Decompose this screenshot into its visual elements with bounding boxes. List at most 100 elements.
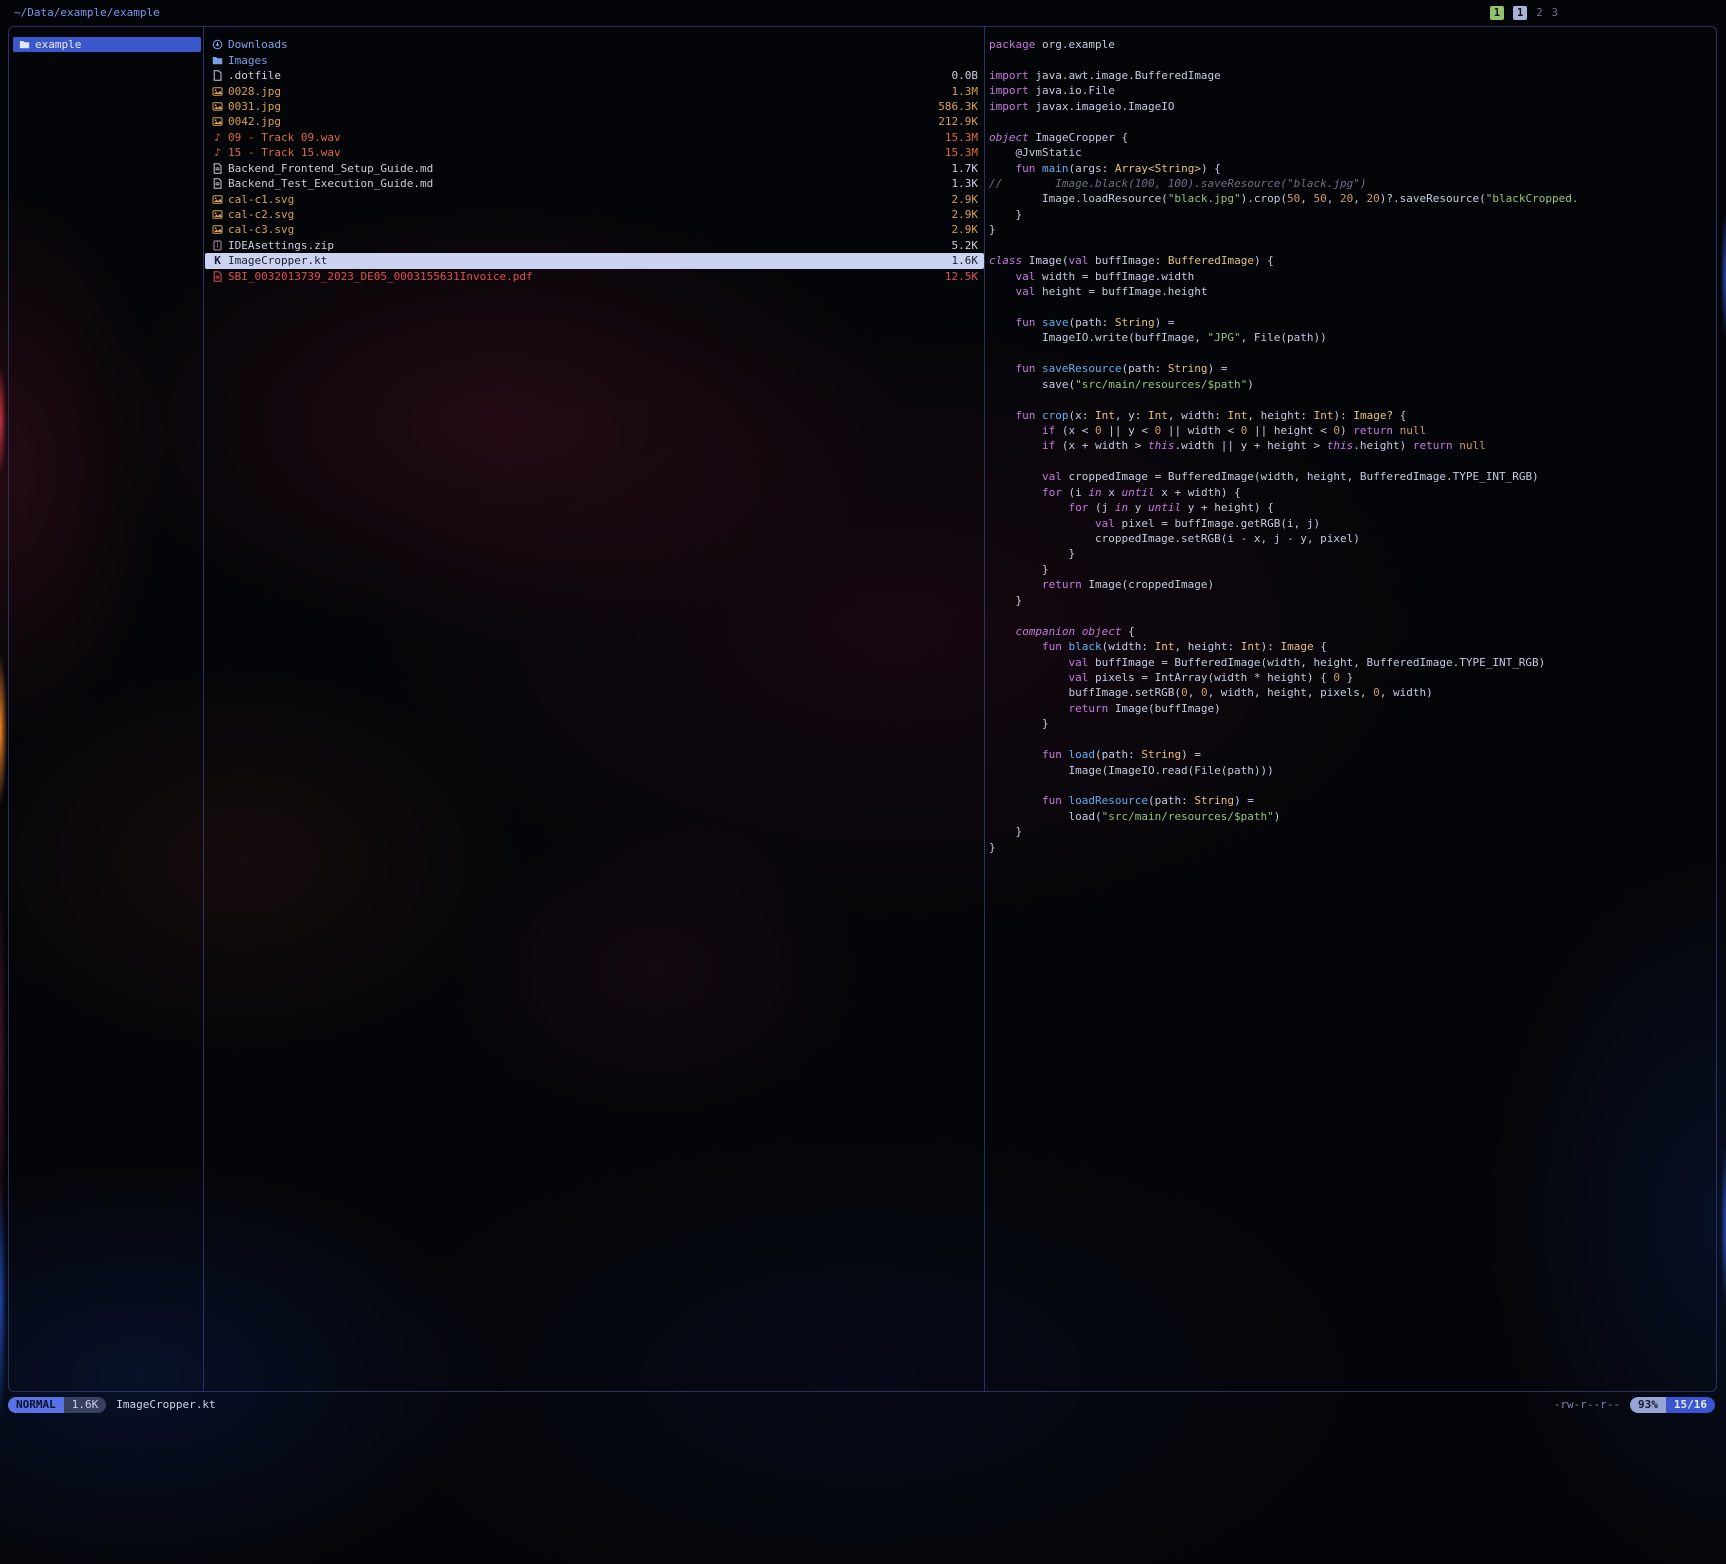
list-item[interactable]: 0042.jpg 212.9K xyxy=(205,114,984,129)
code-line xyxy=(989,732,1713,747)
cwd-path: ~/Data/example/example xyxy=(14,6,160,19)
code-line: fun black(width: Int, height: Int): Imag… xyxy=(989,639,1713,654)
code-line: val croppedImage = BufferedImage(width, … xyxy=(989,469,1713,484)
list-item[interactable]: .dotfile 0.0B xyxy=(205,68,984,83)
list-item[interactable]: Backend_Frontend_Setup_Guide.md 1.7K xyxy=(205,161,984,176)
scroll-percent-badge: 93% xyxy=(1630,1397,1666,1413)
list-item[interactable]: Downloads xyxy=(205,37,984,52)
code-line: val pixel = buffImage.getRGB(i, j) xyxy=(989,516,1713,531)
code-line: buffImage.setRGB(0, 0, width, height, pi… xyxy=(989,685,1713,700)
archive-icon xyxy=(211,240,224,251)
markdown-icon xyxy=(211,178,224,189)
code-line: load("src/main/resources/$path") xyxy=(989,809,1713,824)
list-item[interactable]: ♪ 09 - Track 09.wav 15.3M xyxy=(205,130,984,145)
folder-image-icon xyxy=(211,55,224,66)
parent-item-label: example xyxy=(35,38,81,51)
code-line: croppedImage.setRGB(i - x, j - y, pixel) xyxy=(989,531,1713,546)
parent-item-example[interactable]: example xyxy=(13,37,201,52)
parent-pane: example xyxy=(13,37,201,52)
code-line: object ImageCropper { xyxy=(989,130,1713,145)
list-item[interactable]: 0031.jpg 586.3K xyxy=(205,99,984,114)
code-line xyxy=(989,114,1713,129)
list-item[interactable]: Images xyxy=(205,52,984,67)
code-line: } xyxy=(989,546,1713,561)
code-line: for (i in x until x + width) { xyxy=(989,485,1713,500)
download-icon xyxy=(211,39,224,50)
image-icon xyxy=(211,101,224,112)
terminal-window: ~/Data/example/example 1 1 2 3 example D… xyxy=(0,0,1726,1564)
code-line: } xyxy=(989,716,1713,731)
code-line: for (j in y until y + height) { xyxy=(989,500,1713,515)
tab-bar: 1 1 2 3 xyxy=(1490,5,1558,20)
code-line xyxy=(989,778,1713,793)
preview-pane: package org.example import java.awt.imag… xyxy=(989,37,1713,1387)
code-line xyxy=(989,238,1713,253)
list-item[interactable]: cal-c3.svg 2.9K xyxy=(205,222,984,237)
file-manager-panels: example Downloads Images .dotfile 0.0B xyxy=(8,26,1717,1392)
image-icon xyxy=(211,194,224,205)
code-line xyxy=(989,52,1713,67)
wallpaper-edge-accent-right xyxy=(1718,0,1726,1564)
markdown-icon xyxy=(211,163,224,174)
code-line: } xyxy=(989,840,1713,855)
file-icon xyxy=(211,70,224,81)
code-line: val height = buffImage.height xyxy=(989,284,1713,299)
code-line: } xyxy=(989,207,1713,222)
code-line xyxy=(989,454,1713,469)
audio-icon: ♪ xyxy=(211,146,224,159)
code-line xyxy=(989,299,1713,314)
code-line: val buffImage = BufferedImage(width, hei… xyxy=(989,655,1713,670)
folder-icon xyxy=(18,39,31,50)
code-line: fun crop(x: Int, y: Int, width: Int, hei… xyxy=(989,408,1713,423)
status-bar: NORMAL 1.6K ImageCropper.kt -rw-r--r-- 9… xyxy=(8,1396,1717,1413)
code-line: import javax.imageio.ImageIO xyxy=(989,99,1713,114)
list-item[interactable]: cal-c2.svg 2.9K xyxy=(205,207,984,222)
code-line: import java.awt.image.BufferedImage xyxy=(989,68,1713,83)
code-line: // Image.black(100, 100).saveResource("b… xyxy=(989,176,1713,191)
cursor-position-badge: 15/16 xyxy=(1666,1397,1715,1413)
tab-2[interactable]: 2 xyxy=(1536,7,1542,19)
code-line: val width = buffImage.width xyxy=(989,269,1713,284)
code-line: } xyxy=(989,593,1713,608)
list-item[interactable]: 0028.jpg 1.3M xyxy=(205,83,984,98)
code-line: import java.io.File xyxy=(989,83,1713,98)
code-line xyxy=(989,346,1713,361)
file-size-badge: 1.6K xyxy=(64,1397,107,1413)
code-line: val pixels = IntArray(width * height) { … xyxy=(989,670,1713,685)
image-icon xyxy=(211,86,224,97)
code-line: @JvmStatic xyxy=(989,145,1713,160)
kotlin-icon: K xyxy=(211,254,224,267)
task-count-badge: 1 xyxy=(1490,6,1504,20)
list-item[interactable]: cal-c1.svg 2.9K xyxy=(205,191,984,206)
code-line xyxy=(989,608,1713,623)
code-line: } xyxy=(989,222,1713,237)
code-line: ImageIO.write(buffImage, "JPG", File(pat… xyxy=(989,330,1713,345)
code-line: Image(ImageIO.read(File(path))) xyxy=(989,763,1713,778)
pdf-icon xyxy=(211,271,224,282)
list-item-selected[interactable]: K ImageCropper.kt 1.6K xyxy=(205,253,984,268)
code-line: companion object { xyxy=(989,624,1713,639)
code-line: package org.example xyxy=(989,37,1713,52)
audio-icon: ♪ xyxy=(211,131,224,144)
pane-divider xyxy=(984,27,985,1391)
mode-badge: NORMAL xyxy=(8,1397,64,1413)
image-icon xyxy=(211,116,224,127)
code-line: fun load(path: String) = xyxy=(989,747,1713,762)
tab-3[interactable]: 3 xyxy=(1552,7,1558,19)
file-list-pane: Downloads Images .dotfile 0.0B 0028.jpg … xyxy=(205,37,984,284)
status-filename: ImageCropper.kt xyxy=(116,1398,215,1411)
tab-1-active[interactable]: 1 xyxy=(1513,6,1527,20)
code-line: Image.loadResource("black.jpg").crop(50,… xyxy=(989,191,1713,206)
list-item[interactable]: IDEAsettings.zip 5.2K xyxy=(205,238,984,253)
image-icon xyxy=(211,224,224,235)
code-line: fun loadResource(path: String) = xyxy=(989,793,1713,808)
code-line: if (x < 0 || y < 0 || width < 0 || heigh… xyxy=(989,423,1713,438)
list-item[interactable]: Backend_Test_Execution_Guide.md 1.3K xyxy=(205,176,984,191)
code-line: fun saveResource(path: String) = xyxy=(989,361,1713,376)
code-line: } xyxy=(989,824,1713,839)
code-line: fun save(path: String) = xyxy=(989,315,1713,330)
code-line xyxy=(989,392,1713,407)
list-item[interactable]: ♪ 15 - Track 15.wav 15.3M xyxy=(205,145,984,160)
list-item[interactable]: SBI_0032013739_2023_DE05_0003155631Invoi… xyxy=(205,269,984,284)
code-line: if (x + width > this.width || y + height… xyxy=(989,438,1713,453)
